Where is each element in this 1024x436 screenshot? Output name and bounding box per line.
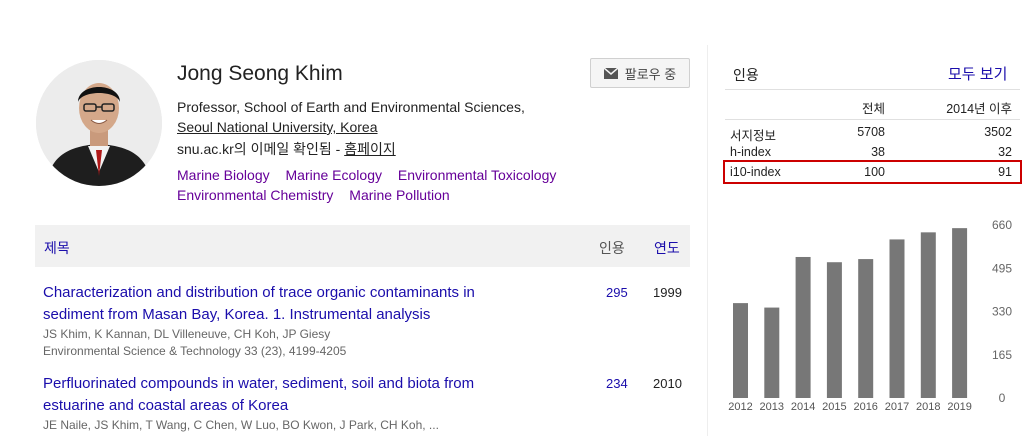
- y-tick-label: 0: [999, 391, 1006, 405]
- article-year: 2010: [653, 376, 682, 391]
- x-tick-label: 2014: [791, 401, 815, 413]
- article-authors: JE Naile, JS Khim, T Wang, C Chen, W Luo…: [43, 418, 439, 432]
- article-title[interactable]: Perfluorinated compounds in water, sedim…: [43, 373, 513, 417]
- profile-name: Jong Seong Khim: [177, 62, 343, 85]
- divider: [725, 89, 1020, 90]
- divider: [725, 119, 1020, 120]
- avatar: [36, 60, 162, 186]
- metric-since: 32: [998, 145, 1012, 159]
- y-tick-label: 330: [992, 305, 1012, 319]
- article-title[interactable]: Characterization and distribution of tra…: [43, 282, 513, 326]
- follow-button[interactable]: 팔로우 중: [590, 58, 690, 88]
- bar-2019[interactable]: [952, 228, 968, 398]
- i10-index-row: i10-index 100 91: [723, 160, 1022, 184]
- affiliation-university: Seoul National University, Korea: [177, 119, 378, 135]
- x-tick-label: 2019: [947, 401, 971, 413]
- x-tick-label: 2012: [728, 401, 752, 413]
- view-all-link[interactable]: 모두 보기: [948, 63, 1007, 84]
- bar-2012[interactable]: [733, 303, 748, 398]
- interest-link[interactable]: Marine Biology: [177, 167, 270, 183]
- y-tick-label: 165: [992, 348, 1012, 362]
- bar-2016[interactable]: [858, 259, 874, 398]
- x-tick-label: 2017: [885, 401, 909, 413]
- x-tick-label: 2018: [916, 401, 940, 413]
- bar-2018[interactable]: [920, 232, 936, 398]
- metric-label[interactable]: h-index: [730, 145, 771, 159]
- article-cited-count[interactable]: 234: [606, 373, 628, 395]
- x-tick-label: 2013: [760, 401, 784, 413]
- year-column-header[interactable]: 연도: [654, 238, 680, 258]
- affiliation-line: Professor, School of Earth and Environme…: [177, 99, 525, 115]
- metric-all: 100: [864, 165, 885, 179]
- envelope-icon: [603, 67, 618, 79]
- interest-link[interactable]: Environmental Chemistry: [177, 187, 333, 203]
- articles-header: 제목 인용 연도: [35, 225, 690, 267]
- cited-column-header[interactable]: 인용: [599, 238, 625, 258]
- bar-2013[interactable]: [764, 307, 780, 398]
- article-row: Characterization and distribution of tra…: [43, 282, 688, 360]
- metric-all: 38: [871, 145, 885, 159]
- email-verification: snu.ac.kr의 이메일 확인됨 - 홈페이지: [177, 139, 396, 159]
- x-tick-label: 2015: [822, 401, 846, 413]
- y-tick-label: 660: [992, 218, 1012, 232]
- column-divider: [707, 45, 708, 436]
- article-venue: Environmental Science & Technology 33 (2…: [43, 344, 347, 358]
- y-tick-label: 495: [992, 261, 1012, 275]
- interest-link[interactable]: Environmental Toxicology: [398, 167, 557, 183]
- metric-since: 3502: [984, 125, 1012, 139]
- homepage-link[interactable]: 홈페이지: [344, 141, 396, 157]
- article-cited-count[interactable]: 295: [606, 282, 628, 304]
- cited-by-title: 인용: [733, 67, 759, 83]
- bar-2015[interactable]: [826, 262, 842, 398]
- follow-label: 팔로우 중: [624, 66, 677, 82]
- interest-link[interactable]: Marine Pollution: [349, 187, 449, 203]
- all-column-header: 전체: [861, 102, 885, 116]
- citations-row: 서지정보 5708 3502: [725, 122, 1020, 143]
- citations-bar-chart: 2012 2013 2014 2015 2016 2017 2018 2019 660 495 3…: [728, 218, 1012, 413]
- bar-2014[interactable]: [795, 256, 811, 398]
- metric-all: 5708: [857, 125, 885, 139]
- metric-since: 91: [998, 165, 1012, 179]
- cited-by-header-row: 전체 2014년 이후: [725, 95, 1020, 116]
- x-tick-label: 2016: [853, 401, 877, 413]
- article-row: Perfluorinated compounds in water, sedim…: [43, 373, 688, 434]
- title-column-header[interactable]: 제목: [44, 238, 70, 258]
- article-authors: JS Khim, K Kannan, DL Villeneuve, CH Koh…: [43, 327, 331, 341]
- since-column-header: 2014년 이후: [946, 102, 1012, 116]
- article-year: 1999: [653, 285, 682, 300]
- research-interests: Marine Biology Marine Ecology Environmen…: [177, 165, 597, 205]
- interest-link[interactable]: Marine Ecology: [286, 167, 383, 183]
- affiliation: Professor, School of Earth and Environme…: [177, 97, 525, 137]
- h-index-row: h-index 38 32: [725, 142, 1020, 162]
- bar-2017[interactable]: [889, 239, 905, 398]
- email-text: snu.ac.kr의 이메일 확인됨 -: [177, 141, 345, 157]
- metric-label[interactable]: i10-index: [730, 165, 781, 179]
